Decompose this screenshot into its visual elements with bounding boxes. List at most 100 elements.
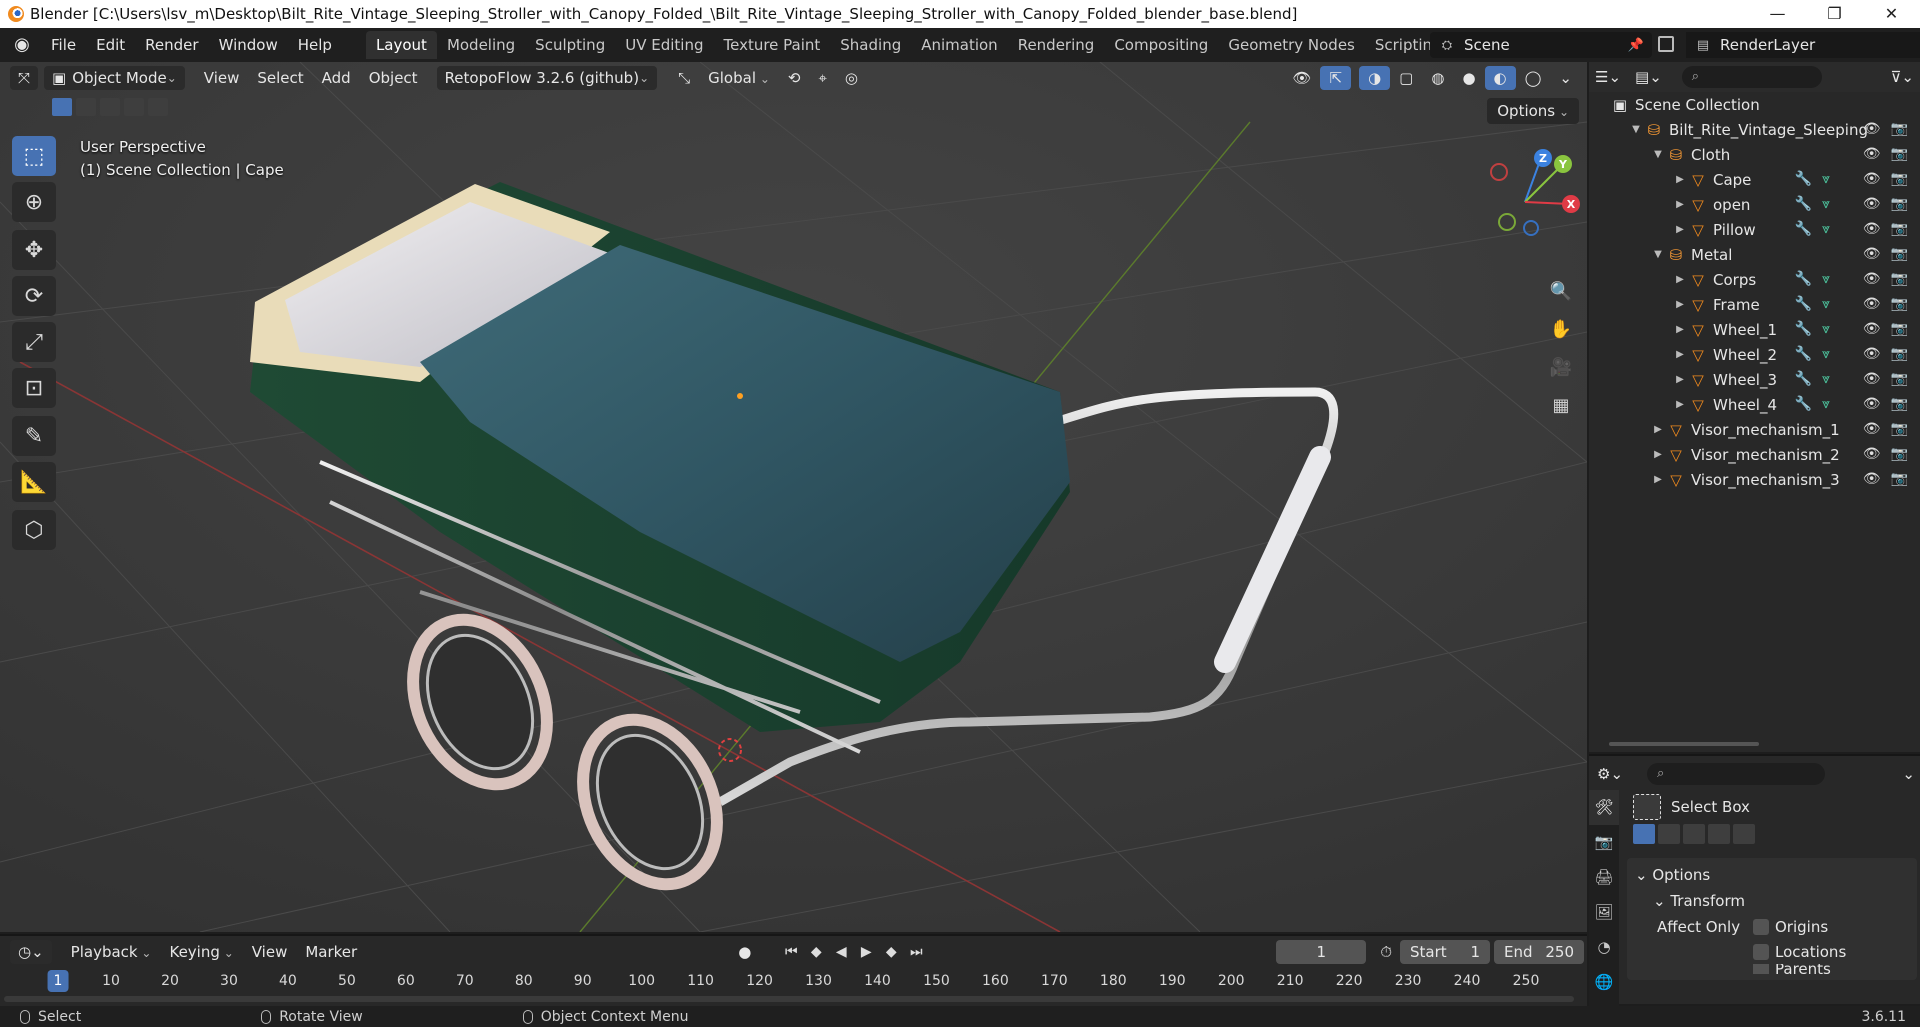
- outliner-item-cloth[interactable]: ▼ ⛁ Cloth 👁 📷: [1589, 142, 1920, 167]
- mode-new-icon[interactable]: [1633, 824, 1655, 844]
- outliner-item-visor-mechanism-2[interactable]: ▶ ▽ Visor_mechanism_2 👁 📷: [1589, 442, 1920, 467]
- eye-icon[interactable]: 👁: [1863, 246, 1881, 262]
- outliner-item-cape[interactable]: ▶ ▽ Cape 🔧 ⩔ 👁 📷: [1589, 167, 1920, 192]
- proportional-edit-icon[interactable]: ◎: [836, 66, 867, 90]
- measure-tool-icon[interactable]: 📐: [12, 462, 56, 502]
- vertex-groups-icon[interactable]: ⩔: [1822, 396, 1830, 412]
- render-camera-icon[interactable]: 📷: [1891, 221, 1908, 237]
- expand-arrow-icon[interactable]: ▶: [1673, 374, 1687, 385]
- eye-icon[interactable]: 👁: [1863, 421, 1881, 437]
- eye-icon[interactable]: 👁: [1863, 171, 1881, 187]
- blender-logo-icon[interactable]: ◉: [11, 34, 33, 56]
- new-scene-icon[interactable]: [1658, 36, 1674, 52]
- outliner-item-wheel-3[interactable]: ▶ ▽ Wheel_3 🔧 ⩔ 👁 📷: [1589, 367, 1920, 392]
- zoom-icon[interactable]: 🔍: [1545, 276, 1577, 308]
- output-properties-tab-icon[interactable]: 🖨: [1589, 860, 1619, 895]
- scene-properties-tab-icon[interactable]: ◔: [1589, 930, 1619, 965]
- outliner-search-input[interactable]: ⌕: [1681, 66, 1822, 88]
- properties-search-input[interactable]: ⌕: [1647, 763, 1826, 785]
- outliner-item-pillow[interactable]: ▶ ▽ Pillow 🔧 ⩔ 👁 📷: [1589, 217, 1920, 242]
- eye-icon[interactable]: 👁: [1863, 346, 1881, 362]
- outliner-item-wheel-2[interactable]: ▶ ▽ Wheel_2 🔧 ⩔ 👁 📷: [1589, 342, 1920, 367]
- overlay-toggle-icon[interactable]: ◑: [1359, 66, 1391, 90]
- render-camera-icon[interactable]: 📷: [1891, 396, 1908, 412]
- select-box-tool-icon[interactable]: ⬚: [12, 136, 56, 176]
- eye-icon[interactable]: 👁: [1863, 321, 1881, 337]
- render-camera-icon[interactable]: 📷: [1891, 371, 1908, 387]
- add-cube-tool-icon[interactable]: ⬡: [12, 510, 56, 550]
- select-subtract-icon[interactable]: [100, 98, 120, 116]
- outliner-item-metal[interactable]: ▼ ⛁ Metal 👁 📷: [1589, 242, 1920, 267]
- parents-checkbox[interactable]: [1753, 964, 1769, 974]
- editor-type-button[interactable]: ⤧: [10, 66, 39, 90]
- scene-selector[interactable]: ⛭ Scene 📌: [1430, 32, 1652, 58]
- render-camera-icon[interactable]: 📷: [1891, 296, 1908, 312]
- minimize-button[interactable]: —: [1749, 0, 1806, 28]
- expand-arrow-icon[interactable]: ▶: [1673, 399, 1687, 410]
- outliner-filter-icon[interactable]: ⊽⌄: [1890, 68, 1914, 86]
- expand-arrow-icon[interactable]: ▶: [1651, 449, 1665, 460]
- expand-arrow-icon[interactable]: ▶: [1673, 174, 1687, 185]
- material-shading-icon[interactable]: ◐: [1484, 66, 1516, 90]
- tab-geometry-nodes[interactable]: Geometry Nodes: [1218, 31, 1365, 59]
- select-invert-icon[interactable]: [124, 98, 144, 116]
- frame-ruler[interactable]: 1 10 20 30 40 50 60 70 80 90 100 110 120 130 140 150 160…: [0, 970, 1587, 992]
- menu-window[interactable]: Window: [209, 28, 288, 62]
- outliner-item-open[interactable]: ▶ ▽ open 🔧 ⩔ 👁 📷: [1589, 192, 1920, 217]
- tab-sculpting[interactable]: Sculpting: [525, 31, 615, 59]
- modifier-wrench-icon[interactable]: 🔧: [1795, 371, 1812, 387]
- timeline-editor-type-icon[interactable]: ◷⌄: [10, 940, 52, 964]
- stopwatch-icon[interactable]: ⏱: [1380, 943, 1392, 961]
- outliner-item-wheel-4[interactable]: ▶ ▽ Wheel_4 🔧 ⩔ 👁 📷: [1589, 392, 1920, 417]
- outliner-item-frame[interactable]: ▶ ▽ Frame 🔧 ⩔ 👁 📷: [1589, 292, 1920, 317]
- vertex-groups-icon[interactable]: ⩔: [1822, 171, 1830, 187]
- gizmo-toggle-icon[interactable]: ⇱: [1320, 66, 1352, 90]
- menu-help[interactable]: Help: [288, 28, 342, 62]
- close-button[interactable]: ✕: [1863, 0, 1920, 28]
- cursor-tool-icon[interactable]: ⊕: [12, 182, 56, 222]
- collapse-arrow-icon[interactable]: ▼: [1629, 124, 1643, 135]
- next-keyframe-icon[interactable]: ◆: [881, 944, 901, 960]
- scale-tool-icon[interactable]: ⤢: [12, 322, 56, 362]
- xray-icon[interactable]: ▢: [1390, 66, 1422, 90]
- modifier-wrench-icon[interactable]: 🔧: [1795, 396, 1812, 412]
- prev-keyframe-icon[interactable]: ◆: [806, 944, 826, 960]
- vertex-groups-icon[interactable]: ⩔: [1822, 371, 1830, 387]
- menu-edit[interactable]: Edit: [86, 28, 135, 62]
- tab-modeling[interactable]: Modeling: [437, 31, 525, 59]
- axis-gizmo[interactable]: Z Y X: [1467, 122, 1587, 262]
- outliner-item-visor-mechanism-3[interactable]: ▶ ▽ Visor_mechanism_3 👁 📷: [1589, 467, 1920, 492]
- neg-y-axis-handle[interactable]: [1498, 213, 1516, 231]
- mode-intersect-icon[interactable]: [1733, 824, 1755, 844]
- mode-subtract-icon[interactable]: [1683, 824, 1705, 844]
- expand-arrow-icon[interactable]: ▶: [1673, 349, 1687, 360]
- timeline-view-menu[interactable]: View: [243, 940, 297, 964]
- eye-icon[interactable]: 👁: [1863, 446, 1881, 462]
- view-layer-selector[interactable]: ▤ RenderLayer: [1686, 32, 1920, 58]
- modifier-wrench-icon[interactable]: 🔧: [1795, 196, 1812, 212]
- render-camera-icon[interactable]: 📷: [1891, 446, 1908, 462]
- retopoflow-menu[interactable]: RetopoFlow 3.2.6 (github): [436, 66, 658, 90]
- collapse-arrow-icon[interactable]: ▼: [1651, 249, 1665, 260]
- properties-editor-type-icon[interactable]: ⚙⌄: [1597, 765, 1623, 783]
- pivot-icon[interactable]: ⟲: [779, 66, 810, 90]
- viewport-menu-view[interactable]: View: [195, 66, 249, 90]
- tab-uv-editing[interactable]: UV Editing: [615, 31, 713, 59]
- modifier-wrench-icon[interactable]: 🔧: [1795, 221, 1812, 237]
- modifier-wrench-icon[interactable]: 🔧: [1795, 271, 1812, 287]
- ortho-grid-icon[interactable]: ▦: [1545, 390, 1577, 422]
- outliner-item-corps[interactable]: ▶ ▽ Corps 🔧 ⩔ 👁 📷: [1589, 267, 1920, 292]
- modifier-wrench-icon[interactable]: 🔧: [1795, 171, 1812, 187]
- transform-subpanel-header[interactable]: ⌄ Transform: [1627, 888, 1917, 914]
- solid-shading-icon[interactable]: ●: [1453, 66, 1484, 90]
- playback-menu[interactable]: Playback: [62, 940, 161, 964]
- snap-icon[interactable]: ⌖: [809, 66, 835, 90]
- jump-end-icon[interactable]: ⏭: [906, 944, 926, 960]
- select-extend-icon[interactable]: [76, 98, 96, 116]
- outliner-display-mode-icon[interactable]: ▤⌄: [1635, 68, 1662, 86]
- camera-view-icon[interactable]: 🎥: [1545, 352, 1577, 384]
- play-icon[interactable]: ▶: [856, 944, 876, 960]
- properties-options-icon[interactable]: ⌄: [1902, 765, 1915, 783]
- move-tool-icon[interactable]: ✥: [12, 230, 56, 270]
- vertex-groups-icon[interactable]: ⩔: [1822, 221, 1830, 237]
